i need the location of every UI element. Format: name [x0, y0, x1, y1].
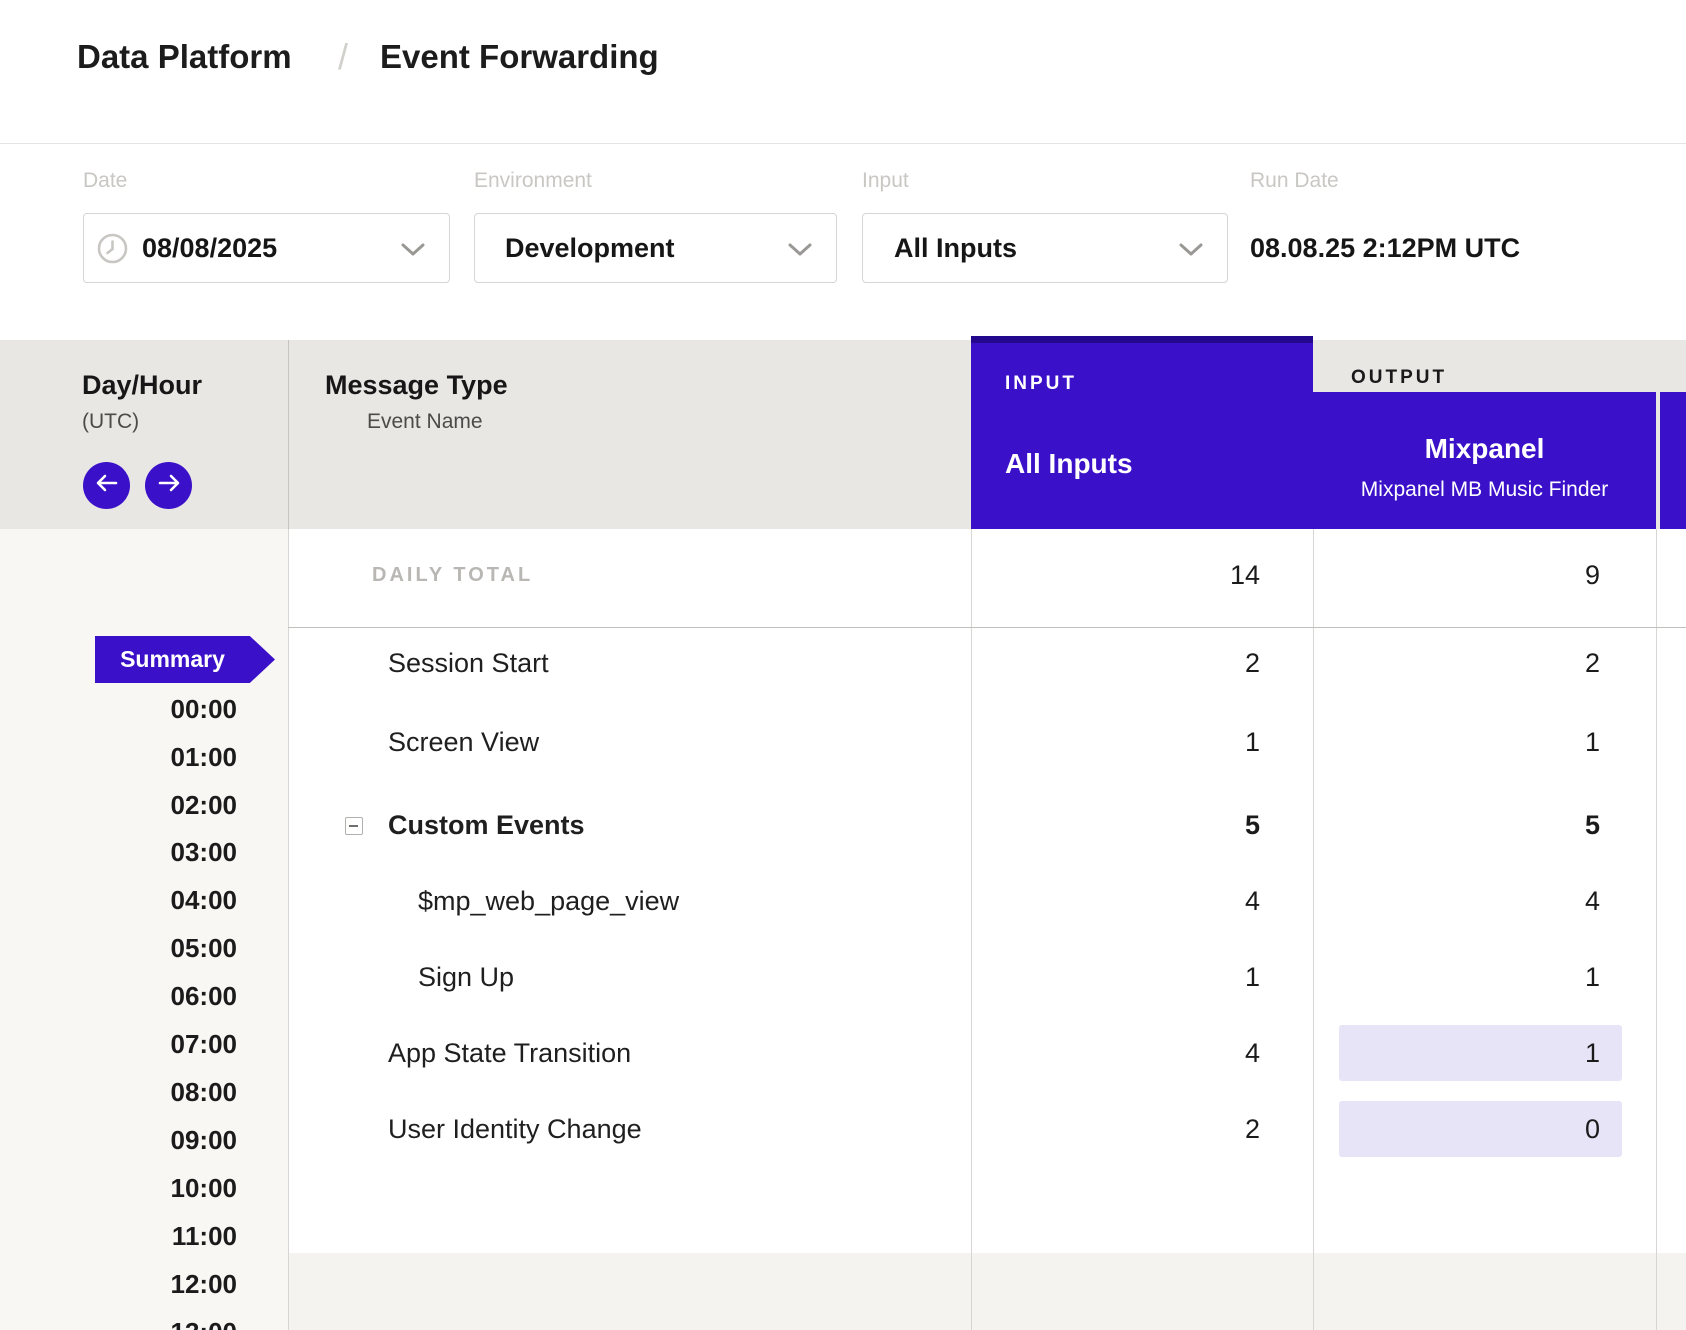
- date-filter-label: Date: [83, 168, 127, 194]
- output-cell: 5: [1240, 787, 1600, 863]
- input-cell: 4: [900, 863, 1260, 939]
- input-column-title: All Inputs: [1005, 447, 1133, 481]
- output-cell: 1: [1240, 704, 1600, 780]
- hour-row-01[interactable]: 01:00: [0, 735, 237, 779]
- input-cell: 1: [900, 704, 1260, 780]
- day-hour-subtitle: (UTC): [82, 409, 139, 435]
- table-footer-band: [288, 1253, 1686, 1330]
- output-cell: 1: [1240, 939, 1600, 1015]
- input-cell: 1: [900, 939, 1260, 1015]
- chevron-down-icon: [1179, 243, 1203, 261]
- hour-row-06[interactable]: 06:00: [0, 974, 237, 1018]
- mixpanel-subtitle: Mixpanel MB Music Finder: [1313, 478, 1656, 502]
- hour-row-02[interactable]: 02:00: [0, 783, 237, 827]
- input-dropdown[interactable]: All Inputs: [862, 213, 1228, 283]
- output-cell: 0: [1240, 1091, 1600, 1167]
- environment-filter-label: Environment: [474, 168, 592, 194]
- run-date-label: Run Date: [1250, 168, 1339, 194]
- row-label: Screen View: [388, 704, 539, 780]
- input-column-header[interactable]: INPUT All Inputs: [971, 336, 1313, 529]
- input-value: All Inputs: [894, 233, 1017, 264]
- table-row-custom-events: Custom Events 5 5: [288, 787, 1686, 863]
- date-dropdown[interactable]: 08/08/2025: [83, 213, 450, 283]
- table-row-mp-web-page-view: $mp_web_page_view 4 4: [288, 863, 1686, 939]
- breadcrumb-data-platform[interactable]: Data Platform: [77, 35, 292, 79]
- row-label: Session Start: [388, 625, 549, 701]
- summary-row-tag[interactable]: Summary: [95, 636, 275, 683]
- table-row-sign-up: Sign Up 1 1: [288, 939, 1686, 1015]
- next-output-column-stub: [1660, 392, 1686, 529]
- collapse-minus-icon[interactable]: [345, 817, 363, 835]
- hour-row-05[interactable]: 05:00: [0, 926, 237, 970]
- output-column-header-mixpanel[interactable]: Mixpanel Mixpanel MB Music Finder: [1313, 392, 1656, 529]
- page-title: Event Forwarding: [380, 35, 659, 79]
- row-label: Custom Events: [388, 787, 585, 863]
- hour-row-13[interactable]: 13:00: [0, 1310, 237, 1330]
- daily-total-label: DAILY TOTAL: [372, 537, 533, 613]
- prev-day-button[interactable]: [83, 462, 130, 509]
- header-divider: [0, 143, 1686, 144]
- run-date-value: 08.08.25 2:12PM UTC: [1250, 233, 1520, 263]
- hour-row-07[interactable]: 07:00: [0, 1022, 237, 1066]
- daily-total-output-value: 9: [1240, 537, 1600, 613]
- mixpanel-title: Mixpanel: [1313, 433, 1656, 465]
- input-cell: 2: [900, 625, 1260, 701]
- event-forwarding-screen: Data Platform / Event Forwarding Date En…: [0, 0, 1686, 1330]
- input-cell: 4: [900, 1015, 1260, 1091]
- breadcrumb-separator: /: [338, 35, 348, 79]
- table-row-user-identity-change: User Identity Change 2 0: [288, 1091, 1686, 1167]
- hour-row-08[interactable]: 08:00: [0, 1070, 237, 1114]
- day-hour-header: Day/Hour: [82, 369, 202, 401]
- hour-row-04[interactable]: 04:00: [0, 878, 237, 922]
- table-row-app-state-transition: App State Transition 4 1: [288, 1015, 1686, 1091]
- hour-row-03[interactable]: 03:00: [0, 830, 237, 874]
- hour-row-10[interactable]: 10:00: [0, 1166, 237, 1210]
- hour-row-00[interactable]: 00:00: [0, 687, 237, 731]
- environment-value: Development: [505, 233, 675, 264]
- summary-label: Summary: [95, 636, 250, 683]
- row-label: Sign Up: [418, 939, 514, 1015]
- daily-total-row: DAILY TOTAL 14 9: [288, 537, 1686, 613]
- message-type-header: Message Type: [325, 369, 508, 401]
- input-cell: 5: [900, 787, 1260, 863]
- hour-row-09[interactable]: 09:00: [0, 1118, 237, 1162]
- hour-row-11[interactable]: 11:00: [0, 1214, 237, 1258]
- table-row-session-start: Session Start 2 2: [288, 625, 1686, 701]
- arrow-right-icon: [157, 474, 181, 497]
- output-cell: 1: [1240, 1015, 1600, 1091]
- output-cell: 2: [1240, 625, 1600, 701]
- arrow-left-icon: [95, 474, 119, 497]
- next-day-button[interactable]: [145, 462, 192, 509]
- row-label: User Identity Change: [388, 1091, 642, 1167]
- row-label: $mp_web_page_view: [418, 863, 679, 939]
- table-row-screen-view: Screen View 1 1: [288, 704, 1686, 780]
- hour-row-12[interactable]: 12:00: [0, 1262, 237, 1306]
- message-type-subtitle: Event Name: [367, 409, 483, 435]
- input-filter-label: Input: [862, 168, 909, 194]
- clock-icon: [97, 233, 128, 264]
- environment-dropdown[interactable]: Development: [474, 213, 837, 283]
- output-cell: 4: [1240, 863, 1600, 939]
- header-column-divider: [288, 340, 289, 529]
- input-cell: 2: [900, 1091, 1260, 1167]
- daily-total-input-value: 14: [900, 537, 1260, 613]
- row-label: App State Transition: [388, 1015, 631, 1091]
- chevron-down-icon: [401, 243, 425, 261]
- date-value: 08/08/2025: [142, 233, 277, 264]
- input-section-label: INPUT: [1005, 372, 1077, 396]
- chevron-down-icon: [788, 243, 812, 261]
- output-section-label: OUTPUT: [1351, 366, 1447, 390]
